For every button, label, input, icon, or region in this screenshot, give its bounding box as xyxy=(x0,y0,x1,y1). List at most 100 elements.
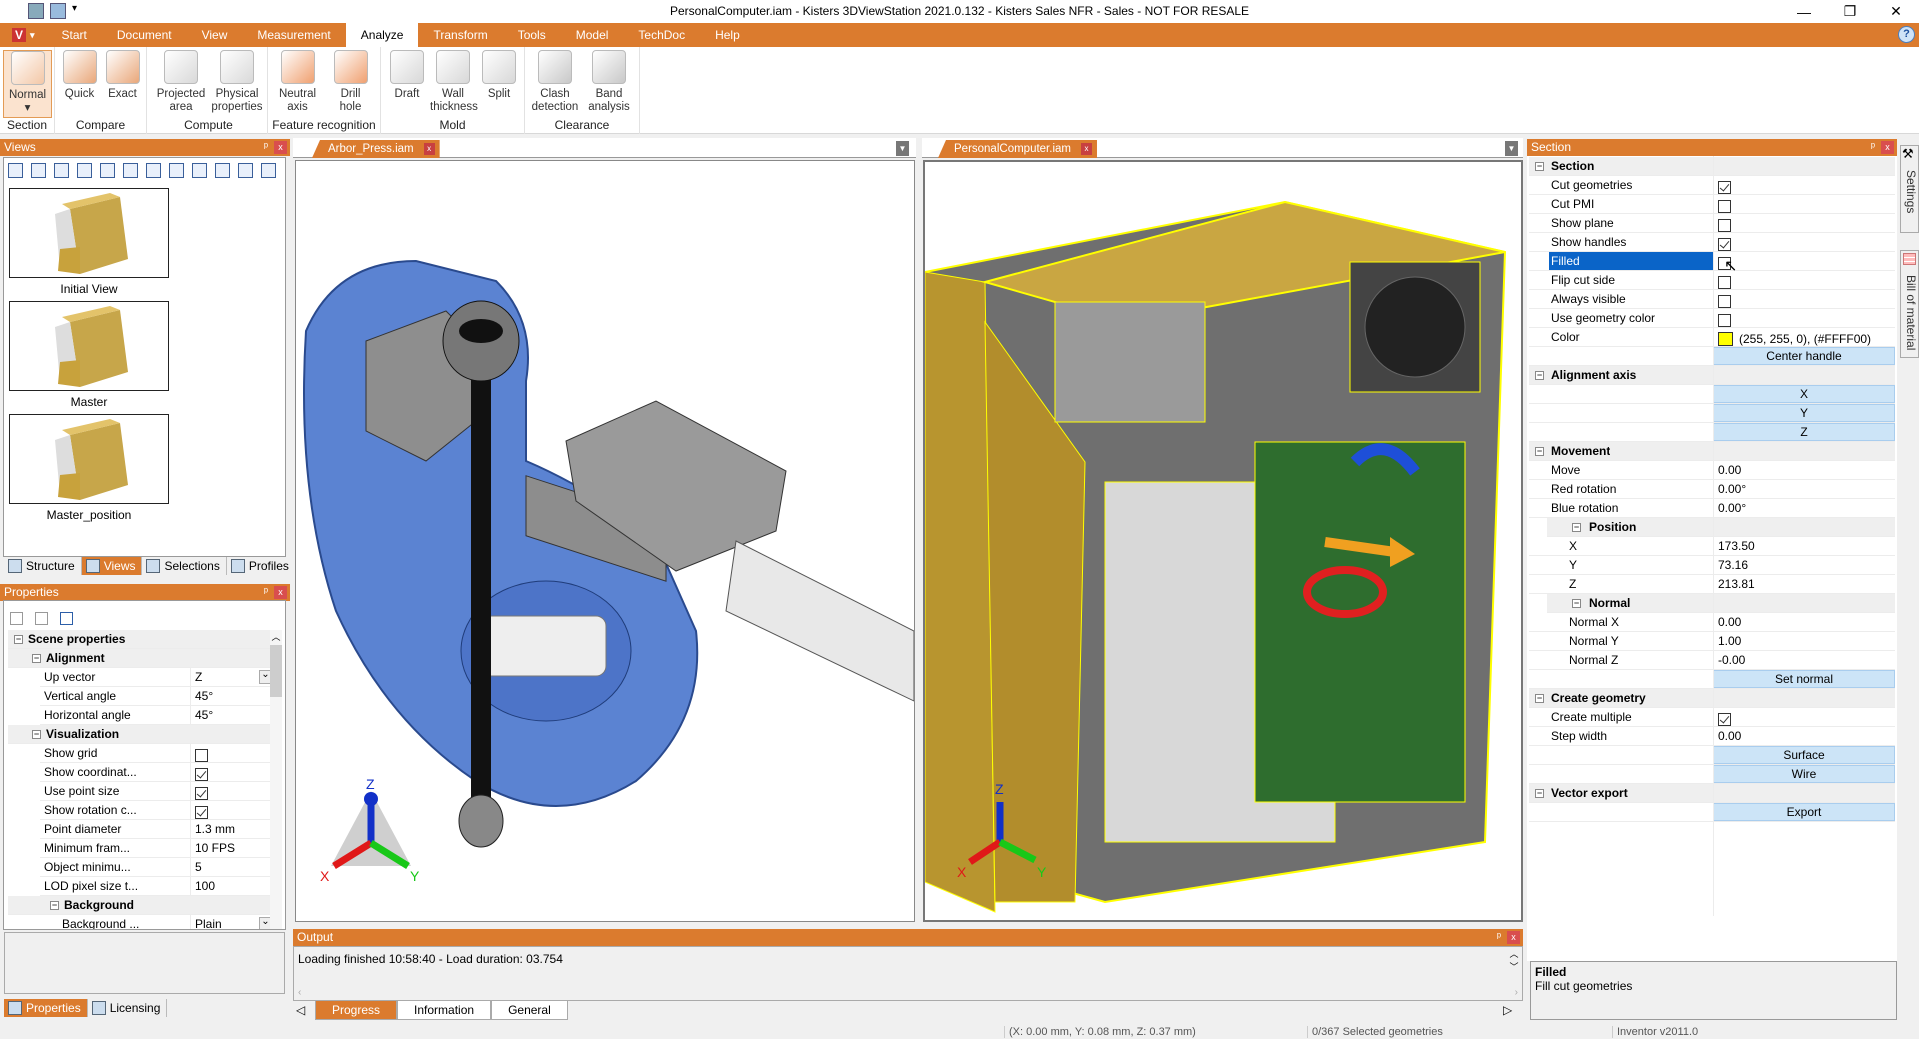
viewport-arbor-press[interactable]: Z X Y xyxy=(295,160,915,922)
menu-tab-tools[interactable]: Tools xyxy=(503,23,561,47)
menu-tab-model[interactable]: Model xyxy=(561,23,624,47)
section-category[interactable]: − Movement xyxy=(1529,442,1895,461)
property-value[interactable]: Plain ⌄ xyxy=(190,914,274,929)
property-value[interactable]: X xyxy=(1713,384,1895,404)
tab-profiles[interactable]: Profiles xyxy=(227,557,296,575)
copy-icon[interactable] xyxy=(10,612,23,625)
property-name[interactable] xyxy=(1549,423,1713,441)
property-value[interactable]: 213.81 xyxy=(1713,574,1895,594)
filter-icon[interactable] xyxy=(60,612,73,625)
property-value[interactable] xyxy=(190,800,274,820)
property-name[interactable]: Y xyxy=(1567,556,1713,574)
exact-button[interactable]: Exact xyxy=(101,50,144,101)
export-icon[interactable] xyxy=(35,612,48,625)
property-value[interactable]: 0.00° xyxy=(1713,498,1895,518)
y-button[interactable]: Y xyxy=(1713,403,1895,422)
pin-icon[interactable]: ᵖ xyxy=(264,584,268,601)
collapse-icon[interactable]: − xyxy=(1572,523,1581,532)
physical-button[interactable]: Physical properties xyxy=(209,50,265,114)
property-name[interactable]: Normal Y xyxy=(1567,632,1713,650)
band-button[interactable]: Band analysis xyxy=(582,50,636,114)
collapse-icon[interactable]: − xyxy=(1535,789,1544,798)
property-value[interactable]: 45° xyxy=(190,686,274,706)
property-value[interactable] xyxy=(1713,251,1895,271)
property-name[interactable]: Red rotation xyxy=(1549,480,1713,498)
checkbox[interactable] xyxy=(1718,237,1731,251)
view-thumbnail[interactable] xyxy=(9,188,169,278)
property-name[interactable]: Z xyxy=(1567,575,1713,593)
delete-view-icon[interactable] xyxy=(77,163,92,178)
property-name[interactable] xyxy=(1549,746,1713,764)
property-category[interactable]: − Background xyxy=(8,896,274,915)
next-view-icon[interactable] xyxy=(146,163,161,178)
checkbox[interactable] xyxy=(1718,712,1731,726)
menu-tab-analyze[interactable]: Analyze xyxy=(345,23,419,47)
menu-tab-view[interactable]: View xyxy=(187,23,243,47)
property-name[interactable] xyxy=(1549,803,1713,821)
section-category[interactable]: − Create geometry xyxy=(1529,689,1895,708)
property-value[interactable]: 73.16 xyxy=(1713,555,1895,575)
property-category[interactable]: − Visualization xyxy=(8,725,274,744)
property-value[interactable]: Center handle xyxy=(1713,346,1895,366)
menu-tab-techdoc[interactable]: TechDoc xyxy=(623,23,700,47)
tab-selections[interactable]: Selections xyxy=(142,557,227,575)
property-name[interactable]: Flip cut side xyxy=(1549,271,1713,289)
property-name[interactable]: Color xyxy=(1549,328,1713,346)
tab-properties[interactable]: Properties xyxy=(4,999,88,1017)
property-name[interactable]: Normal X xyxy=(1567,613,1713,631)
property-value[interactable]: 0.00 xyxy=(1713,460,1895,480)
scroll-thumb[interactable] xyxy=(270,645,282,697)
checkbox[interactable] xyxy=(1718,180,1731,194)
collapse-icon[interactable]: − xyxy=(1535,162,1544,171)
property-value[interactable] xyxy=(1713,232,1895,252)
property-name[interactable] xyxy=(1549,765,1713,783)
property-value[interactable] xyxy=(190,743,274,763)
checkbox[interactable] xyxy=(1718,275,1731,289)
property-name[interactable]: Step width xyxy=(1549,727,1713,745)
checkbox[interactable] xyxy=(1718,218,1731,232)
checkbox[interactable] xyxy=(195,805,208,819)
property-value[interactable]: Set normal xyxy=(1713,669,1895,689)
x-button[interactable]: X xyxy=(1713,384,1895,403)
menu-tab-transform[interactable]: Transform xyxy=(418,23,502,47)
property-value[interactable]: 1.3 mm xyxy=(190,819,274,839)
home-view-icon[interactable] xyxy=(8,163,23,178)
property-value[interactable]: 0.00 xyxy=(1713,612,1895,632)
collapse-icon[interactable]: − xyxy=(1535,447,1544,456)
property-name[interactable]: Always visible xyxy=(1549,290,1713,308)
property-value[interactable]: 0.00 xyxy=(1713,726,1895,746)
collapse-icon[interactable]: − xyxy=(1572,599,1581,608)
output-vscrollbar[interactable]: ︿ ﹀ xyxy=(1508,947,1520,973)
quick-button[interactable]: Quick xyxy=(58,50,101,101)
tab-scroll-left-icon[interactable]: ◁ xyxy=(296,1003,305,1017)
pin-icon[interactable]: ᵖ xyxy=(264,139,268,156)
wall-button[interactable]: Wall thickness xyxy=(430,50,478,114)
scroll-left-icon[interactable]: ‹ xyxy=(298,987,301,998)
close-tab-icon[interactable]: x xyxy=(1080,143,1092,155)
property-value[interactable]: Export xyxy=(1713,802,1895,822)
fit-view-icon[interactable] xyxy=(169,163,184,178)
pin-icon[interactable]: ᵖ xyxy=(1497,929,1501,946)
property-value[interactable]: Wire xyxy=(1713,764,1895,784)
property-value[interactable]: (255, 255, 0), (#FFFF00) xyxy=(1713,327,1895,347)
collapse-icon[interactable]: − xyxy=(14,635,23,644)
property-value[interactable]: 0.00° xyxy=(1713,479,1895,499)
property-name[interactable]: Create multiple xyxy=(1549,708,1713,726)
property-name[interactable]: Move xyxy=(1549,461,1713,479)
property-name[interactable]: Show handles xyxy=(1549,233,1713,251)
doc-tab-arbor-press[interactable]: Arbor_Press.iam x xyxy=(312,140,440,158)
previous-view-icon[interactable] xyxy=(100,163,115,178)
minimize-button[interactable]: — xyxy=(1781,0,1827,23)
update-view-icon[interactable] xyxy=(54,163,69,178)
tab-scroll-right-icon[interactable]: ▷ xyxy=(1503,1003,1512,1017)
property-name[interactable] xyxy=(1549,404,1713,422)
neutral-button[interactable]: Neutral axis xyxy=(271,50,324,114)
view-thumbnail[interactable] xyxy=(9,301,169,391)
doc-tab-personal-computer[interactable]: PersonalComputer.iam x xyxy=(938,140,1097,158)
property-category[interactable]: − Scene properties xyxy=(8,630,274,649)
section-category[interactable]: − Alignment axis xyxy=(1529,366,1895,385)
tab-licensing[interactable]: Licensing xyxy=(88,999,168,1017)
property-value[interactable] xyxy=(1713,308,1895,328)
property-value[interactable]: 100 xyxy=(190,876,274,896)
section-category[interactable]: − Vector export xyxy=(1529,784,1895,803)
